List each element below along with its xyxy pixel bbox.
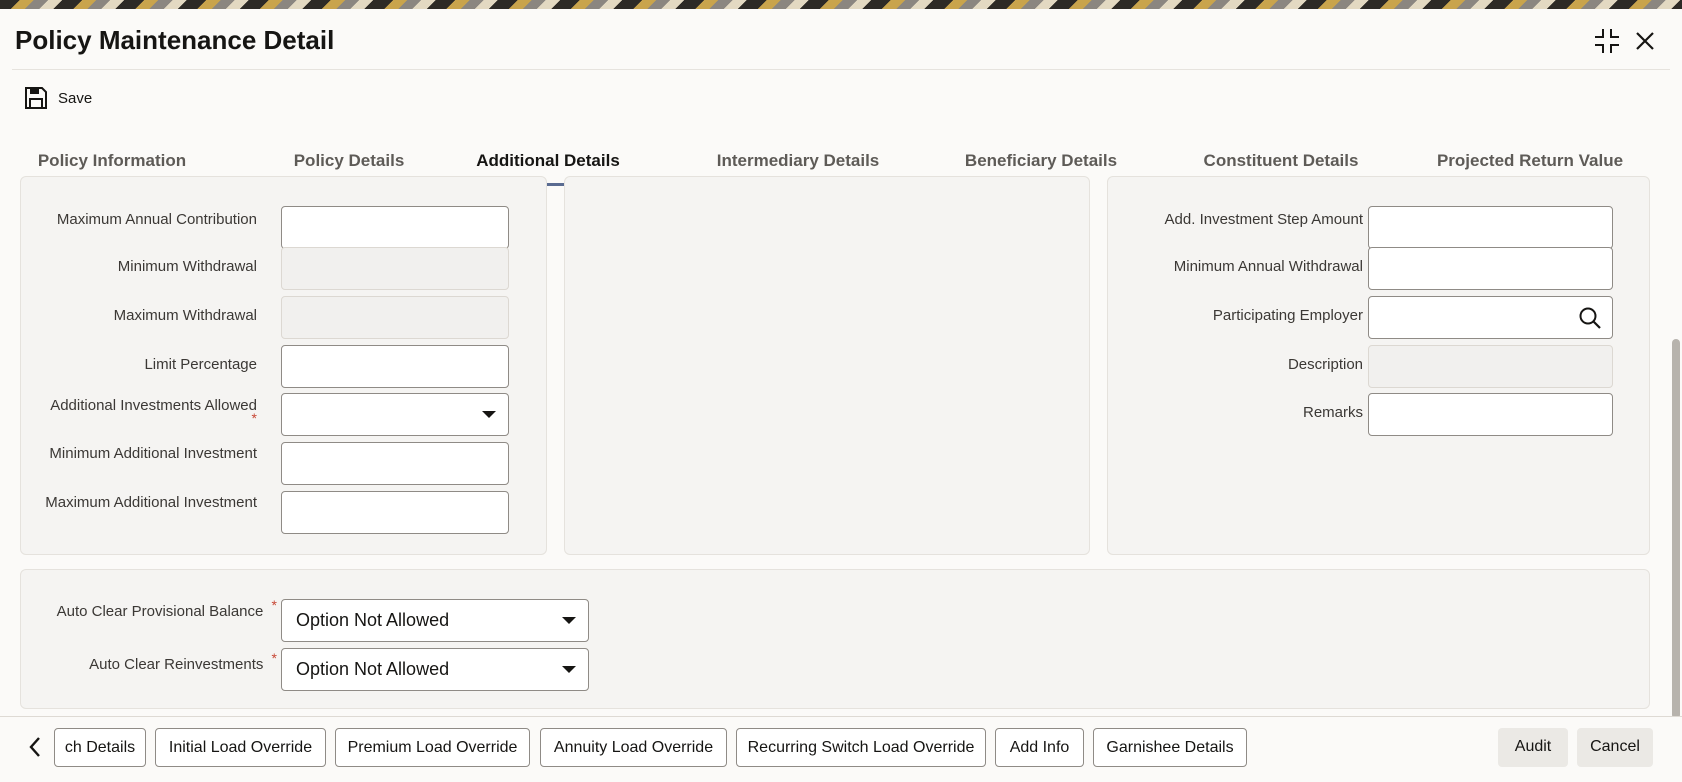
additional-investments-allowed-text: Additional Investments Allowed — [50, 397, 257, 414]
limit-percentage-input[interactable] — [281, 345, 509, 388]
chevron-left-icon[interactable] — [28, 736, 42, 758]
max-withdrawal-label: Maximum Withdrawal — [113, 307, 257, 324]
max-annual-contribution-label: Maximum Annual Contribution — [56, 211, 257, 228]
close-icon — [1636, 32, 1654, 50]
auto-clear-provisional-balance-label: Auto Clear Provisional Balance * — [41, 597, 277, 621]
remarks-label: Remarks — [1302, 404, 1363, 421]
required-marker: * — [251, 410, 257, 426]
save-button[interactable]: Save — [24, 83, 92, 113]
remarks-input[interactable] — [1368, 393, 1613, 436]
search-icon[interactable] — [1578, 306, 1602, 330]
initial-load-override-button[interactable]: Initial Load Override — [155, 728, 326, 767]
vertical-scrollbar[interactable] — [1672, 339, 1680, 719]
add-investment-step-amount-label: Add. Investment Step Amount — [1164, 211, 1363, 228]
auto-clear-reinvestments-value: Option Not Allowed — [296, 659, 450, 679]
title-divider — [12, 69, 1670, 70]
add-info-button[interactable]: Add Info — [995, 728, 1084, 767]
min-annual-withdrawal-input[interactable] — [1368, 247, 1613, 290]
close-button[interactable] — [1628, 24, 1662, 58]
footer-bar: ch Details Initial Load Override Premium… — [0, 716, 1682, 782]
limit-percentage-label: Limit Percentage — [144, 356, 257, 373]
auto-clear-provisional-balance-value: Option Not Allowed — [296, 610, 450, 630]
max-additional-investment-label: Maximum Additional Investment — [45, 494, 257, 511]
participating-employer-label: Participating Employer — [1212, 307, 1363, 324]
recurring-switch-load-override-button[interactable]: Recurring Switch Load Override — [736, 728, 986, 767]
auto-clear-reinvestments-text: Auto Clear Reinvestments — [89, 656, 264, 673]
add-investment-step-amount-input[interactable] — [1368, 206, 1613, 249]
policy-maintenance-window: Policy Maintenance Detail Save Policy In… — [0, 9, 1682, 781]
footer-button-switch-details[interactable]: ch Details — [54, 728, 146, 767]
header-banner — [0, 0, 1682, 9]
required-marker: * — [271, 597, 277, 613]
audit-button[interactable]: Audit — [1498, 728, 1568, 767]
page-title: Policy Maintenance Detail — [15, 25, 335, 55]
description-label: Description — [1287, 356, 1363, 373]
auto-clear-provisional-balance-text: Auto Clear Provisional Balance — [56, 603, 264, 620]
garnishee-details-button[interactable]: Garnishee Details — [1093, 728, 1247, 767]
participating-employer-input[interactable] — [1368, 296, 1613, 339]
min-annual-withdrawal-label: Minimum Annual Withdrawal — [1173, 258, 1363, 275]
min-additional-investment-label: Minimum Additional Investment — [49, 445, 257, 462]
max-annual-contribution-input[interactable] — [281, 206, 509, 249]
max-additional-investment-input[interactable] — [281, 491, 509, 534]
premium-load-override-button[interactable]: Premium Load Override — [335, 728, 530, 767]
save-icon — [25, 87, 47, 109]
required-marker: * — [271, 650, 277, 666]
max-withdrawal-input — [281, 296, 509, 339]
caret-down-icon — [562, 666, 576, 673]
min-additional-investment-input[interactable] — [281, 442, 509, 485]
middle-details-panel — [564, 176, 1090, 555]
description-input — [1368, 345, 1613, 388]
save-label: Save — [58, 89, 93, 107]
auto-clear-reinvestments-select[interactable]: Option Not Allowed — [281, 648, 589, 691]
left-details-panel: Maximum Annual Contribution Minimum With… — [20, 176, 547, 555]
maximize-icon — [1595, 29, 1619, 53]
auto-clear-panel: Auto Clear Provisional Balance * Option … — [20, 569, 1650, 709]
auto-clear-reinvestments-label: Auto Clear Reinvestments * — [41, 650, 277, 674]
min-withdrawal-label: Minimum Withdrawal — [117, 258, 257, 275]
caret-down-icon — [562, 617, 576, 624]
auto-clear-provisional-balance-select[interactable]: Option Not Allowed — [281, 599, 589, 642]
maximize-button[interactable] — [1590, 24, 1624, 58]
right-details-panel: Add. Investment Step Amount Minimum Annu… — [1107, 176, 1650, 555]
cancel-button[interactable]: Cancel — [1577, 728, 1653, 767]
caret-down-icon — [482, 411, 496, 418]
additional-investments-allowed-label: Additional Investments Allowed * — [41, 397, 257, 434]
min-withdrawal-input — [281, 247, 509, 290]
additional-investments-allowed-select[interactable] — [281, 393, 509, 436]
annuity-load-override-button[interactable]: Annuity Load Override — [540, 728, 727, 767]
